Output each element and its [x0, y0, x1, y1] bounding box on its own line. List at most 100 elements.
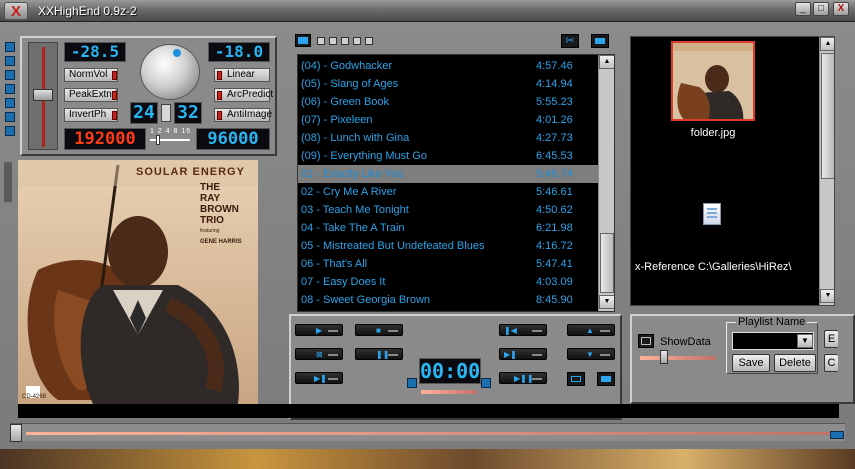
showdata-slider-thumb[interactable]: [660, 350, 668, 364]
playlist-row[interactable]: (07) - Pixeleen 4:01.26: [298, 111, 598, 129]
pause-button[interactable]: ❚❚: [355, 348, 403, 360]
edge-button-2[interactable]: C: [824, 354, 838, 372]
volume-slider-thumb[interactable]: [33, 89, 53, 101]
fast-forward-button[interactable]: ▶❚❚: [499, 372, 547, 384]
file-browser[interactable]: folder.jpg x-Reference C:\Galleries\HiRe…: [630, 36, 835, 306]
playlist-row[interactable]: (06) - Green Book 5:55.23: [298, 93, 598, 111]
bit-depth-switch[interactable]: [161, 104, 171, 122]
move-up-button[interactable]: ▲: [567, 324, 615, 336]
playlist-scrollbar[interactable]: ▲ ▼: [598, 55, 614, 311]
sample-rate-out: 96000: [196, 128, 270, 150]
minimize-button[interactable]: _: [795, 2, 811, 16]
playlist-panel: ✂ (04) - Godwhacker 4:57.46 (05) - Slang …: [289, 32, 622, 318]
side-button-4[interactable]: [5, 84, 15, 94]
folder-thumbnail[interactable]: [671, 41, 755, 121]
browser-scroll-thumb[interactable]: [821, 53, 834, 179]
toggle-normvol-label: NormVol: [69, 69, 108, 80]
side-button-7[interactable]: [5, 126, 15, 136]
playlist-name-select[interactable]: ▼: [732, 332, 814, 350]
toggle-normvol[interactable]: NormVol: [64, 68, 118, 82]
toggle-arcpredict[interactable]: ArcPredict: [214, 88, 273, 102]
side-button-1[interactable]: [5, 42, 15, 52]
browser-scroll-down-button[interactable]: ▼: [820, 289, 834, 303]
toggle-antiimage[interactable]: AntiImage: [214, 108, 272, 122]
browser-scrollbar[interactable]: ▲ ▼: [819, 37, 834, 305]
time-mode-button[interactable]: [407, 378, 417, 388]
volume-slider[interactable]: [28, 42, 58, 150]
playlist-row[interactable]: 05 - Mistreated But Undefeated Blues 4:16…: [298, 237, 598, 255]
playlist-row[interactable]: 08 - Sweet Georgia Brown 8:45.90: [298, 291, 598, 309]
shuffle-button[interactable]: ⊠: [295, 348, 343, 360]
playlist-scroll-thumb[interactable]: [600, 233, 614, 293]
side-button-6[interactable]: [5, 112, 15, 122]
playlist-row[interactable]: 06 - That's All 5:47.41: [298, 255, 598, 273]
showdata-label: ShowData: [660, 336, 711, 348]
showdata-slider[interactable]: [640, 356, 716, 360]
app-logo-icon[interactable]: X: [4, 2, 28, 20]
toggle-peakextnd[interactable]: PeakExtnd: [64, 88, 118, 102]
playlist-tool-4[interactable]: [353, 37, 361, 45]
side-button-2[interactable]: [5, 56, 15, 66]
window-icon[interactable]: [567, 372, 585, 386]
side-button-5[interactable]: [5, 98, 15, 108]
playlist-row[interactable]: (08) - Lunch with Gina 4:27.73: [298, 129, 598, 147]
previous-track-button[interactable]: ❚◀: [499, 324, 547, 336]
stop-button[interactable]: ■: [355, 324, 403, 336]
side-button-3[interactable]: [5, 70, 15, 80]
step-button[interactable]: ▶❚: [295, 372, 343, 384]
playlist-row[interactable]: 07 - Easy Does It 4:03.09: [298, 273, 598, 291]
track-duration: 4:27.73: [536, 132, 573, 144]
scroll-up-button[interactable]: ▲: [599, 55, 614, 69]
time-slider[interactable]: [421, 390, 477, 394]
play-button[interactable]: ▶: [295, 324, 343, 336]
time-reset-button[interactable]: [481, 378, 491, 388]
close-button[interactable]: X: [833, 2, 849, 16]
showdata-checkbox[interactable]: [638, 334, 654, 348]
track-duration: 6:21.98: [536, 222, 573, 234]
dropdown-arrow-icon[interactable]: ▼: [797, 334, 813, 348]
playlist-row[interactable]: 02 - Cry Me A River 5:46.61: [298, 183, 598, 201]
playlist-row[interactable]: (04) - Godwhacker 4:57.46: [298, 57, 598, 75]
playlist-row[interactable]: (09) - Everything Must Go 6:45.53: [298, 147, 598, 165]
track-title: (04) - Godwhacker: [301, 60, 393, 72]
seek-thumb[interactable]: [10, 424, 22, 442]
playlist-row[interactable]: 03 - Teach Me Tonight 4:50.62: [298, 201, 598, 219]
left-edge-handle[interactable]: [4, 162, 12, 202]
upsample-slider-thumb[interactable]: [156, 135, 160, 145]
status-strip: [18, 404, 839, 418]
maximize-button[interactable]: □: [813, 2, 829, 16]
playlist-tool-3[interactable]: [341, 37, 349, 45]
seek-bar[interactable]: [10, 423, 845, 442]
scroll-down-button[interactable]: ▼: [599, 295, 614, 309]
playlist-menu-icon[interactable]: [295, 34, 311, 47]
playlist-list[interactable]: (04) - Godwhacker 4:57.46 (05) - Slang of…: [297, 54, 615, 312]
toggle-invertph[interactable]: InvertPh: [64, 108, 118, 122]
delete-button[interactable]: Delete: [774, 354, 816, 372]
playlist-name-legend: Playlist Name: [736, 316, 808, 328]
playlist-row[interactable]: 04 - Take The A Train 6:21.98: [298, 219, 598, 237]
reference-path: x-Reference C:\Galleries\HiRez\: [635, 261, 792, 273]
playlist-toolbar: ✂: [289, 32, 622, 52]
sample-rate-in: 192000: [64, 128, 146, 150]
display-icon[interactable]: [597, 372, 615, 386]
file-name-folder-jpg[interactable]: folder.jpg: [671, 127, 755, 139]
toggle-linear[interactable]: Linear: [214, 68, 270, 82]
track-title: (05) - Slang of Ages: [301, 78, 399, 90]
playlist-tool-1[interactable]: [317, 37, 325, 45]
volume-knob[interactable]: [140, 44, 200, 100]
edge-button-1[interactable]: E: [824, 330, 838, 348]
tools-icon[interactable]: ✂: [561, 34, 579, 48]
save-button[interactable]: Save: [732, 354, 770, 372]
track-title: (08) - Lunch with Gina: [301, 132, 410, 144]
next-track-button[interactable]: ▶❚: [499, 348, 547, 360]
playlist-tool-5[interactable]: [365, 37, 373, 45]
monitor-icon[interactable]: [591, 34, 609, 48]
playlist-row[interactable]: (05) - Slang of Ages 4:14.94: [298, 75, 598, 93]
move-down-button[interactable]: ▼: [567, 348, 615, 360]
playlist-row-selected[interactable]: 01 - Exactly Like You 5:46.74: [298, 165, 598, 183]
file-icon[interactable]: [703, 203, 721, 225]
playlist-tool-2[interactable]: [329, 37, 337, 45]
title-bar[interactable]: X XXHighEnd 0.9z-2 _ □ X: [0, 0, 855, 22]
seek-end-button[interactable]: [830, 431, 844, 439]
browser-scroll-up-button[interactable]: ▲: [820, 37, 834, 51]
